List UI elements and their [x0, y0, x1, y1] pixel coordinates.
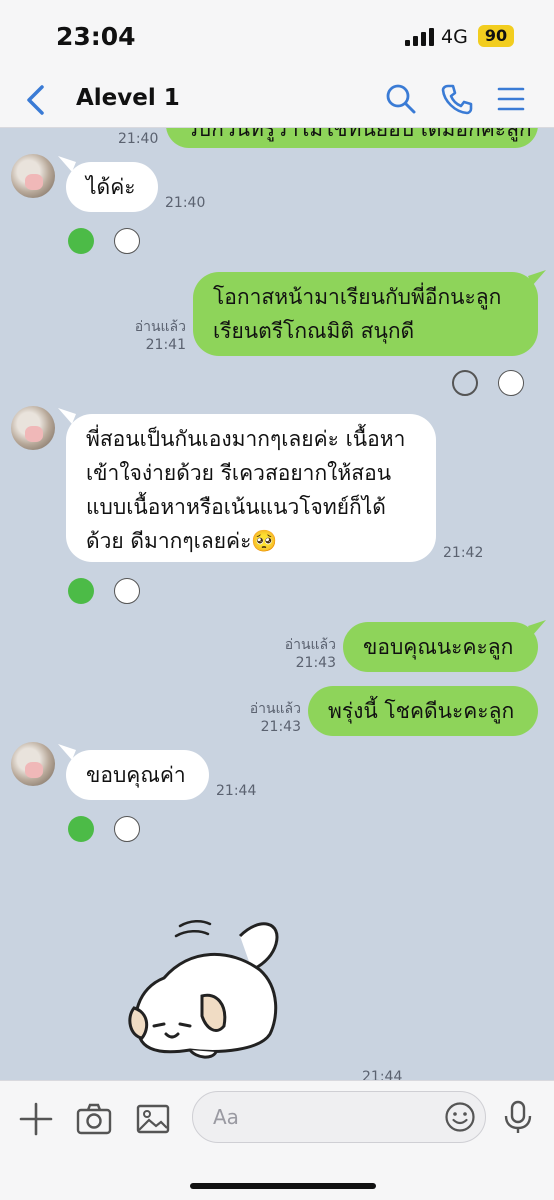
message-input-bar: [0, 1080, 554, 1200]
plus-icon[interactable]: [18, 1101, 54, 1137]
avatar[interactable]: [11, 154, 55, 198]
message-text: วิบักวันที่รู้ว่าไม่ใช่ที่นี่ยอบ เดิมอีก…: [186, 128, 532, 141]
message-bubble-incoming[interactable]: พี่สอนเป็นกันเองมากๆเลยค่ะ เนื้อหา เข้าใ…: [66, 414, 436, 562]
chat-area[interactable]: วิบักวันที่รู้ว่าไม่ใช่ที่นี่ยอบ เดิมอีก…: [0, 128, 554, 1080]
message-input[interactable]: [213, 1102, 433, 1132]
message-time: 21:43: [260, 719, 301, 735]
reaction-sticker-icon[interactable]: [114, 816, 140, 842]
message-text-line: แบบเนื้อหาหรือเน้นแนวโจทย์ก็ได้: [86, 495, 386, 519]
message-bubble-outgoing[interactable]: ขอบคุณนะคะลูก: [343, 622, 538, 672]
message-time: 21:42: [443, 545, 484, 561]
message-bubble-incoming[interactable]: ได้ค่ะ: [66, 162, 158, 212]
network-type: 4G: [441, 26, 468, 48]
message-bubble-outgoing[interactable]: โอกาสหน้ามาเรียนกับพี่อีกนะลูก เรียนตรีโ…: [193, 272, 538, 356]
reaction-smile-icon[interactable]: [452, 370, 478, 396]
message-bubble-incoming[interactable]: ขอบคุณค่า: [66, 750, 209, 800]
avatar[interactable]: [11, 406, 55, 450]
avatar[interactable]: [11, 742, 55, 786]
message-time: 21:40: [118, 131, 159, 147]
microphone-icon[interactable]: [500, 1099, 536, 1135]
message-text-line: พี่สอนเป็นกันเองมากๆเลยค่ะ เนื้อหา: [86, 427, 406, 451]
reaction-smile-icon[interactable]: [68, 228, 94, 254]
message-text: พรุ่งนี้ โชคดีนะคะลูก: [328, 699, 515, 723]
message-time: 21:44: [216, 783, 257, 799]
emoji-icon[interactable]: [444, 1101, 476, 1133]
reaction-sticker-icon[interactable]: [114, 228, 140, 254]
message-input-container[interactable]: [192, 1091, 486, 1143]
back-arrow-icon[interactable]: [20, 82, 50, 118]
reaction-sticker-icon[interactable]: [114, 578, 140, 604]
message-time: 21:44: [362, 1069, 403, 1080]
home-indicator[interactable]: [190, 1183, 376, 1189]
message-text-line: เรียนตรีโกณมิติ สนุกดี: [213, 319, 415, 343]
reaction-smile-icon[interactable]: [68, 578, 94, 604]
message-text: ขอบคุณค่า: [86, 763, 186, 787]
reaction-sticker-icon[interactable]: [498, 370, 524, 396]
message-time: 21:41: [145, 337, 186, 353]
message-bubble-outgoing[interactable]: วิบักวันที่รู้ว่าไม่ใช่ที่นี่ยอบ เดิมอีก…: [166, 128, 538, 148]
reaction-smile-icon[interactable]: [68, 816, 94, 842]
image-icon[interactable]: [135, 1101, 171, 1137]
message-text-line: ด้วย ดีมากๆเลยค่ะ🥺: [86, 529, 278, 553]
status-bar: 23:04 4G 90: [0, 0, 554, 74]
status-time: 23:04: [56, 22, 136, 51]
battery-indicator: 90: [478, 25, 514, 47]
read-receipt: อ่านแล้ว: [134, 319, 186, 335]
message-text-line: เข้าใจง่ายด้วย รีเควสอยากให้สอน: [86, 461, 392, 485]
read-receipt: อ่านแล้ว: [249, 701, 301, 717]
message-bubble-outgoing[interactable]: พรุ่งนี้ โชคดีนะคะลูก: [308, 686, 538, 736]
message-time: 21:40: [165, 195, 206, 211]
menu-icon[interactable]: [494, 82, 528, 116]
message-text: ได้ค่ะ: [86, 175, 136, 199]
chat-header: Alevel 1: [0, 74, 554, 128]
search-icon[interactable]: [384, 82, 418, 116]
chat-title: Alevel 1: [76, 85, 180, 111]
dog-sticker[interactable]: [120, 908, 290, 1068]
phone-icon[interactable]: [440, 82, 474, 116]
message-time: 21:43: [295, 655, 336, 671]
message-text: ขอบคุณนะคะลูก: [363, 635, 514, 659]
message-text-line: โอกาสหน้ามาเรียนกับพี่อีกนะลูก: [213, 285, 502, 309]
signal-icon: [405, 28, 434, 46]
camera-icon[interactable]: [76, 1101, 112, 1137]
read-receipt: อ่านแล้ว: [284, 637, 336, 653]
